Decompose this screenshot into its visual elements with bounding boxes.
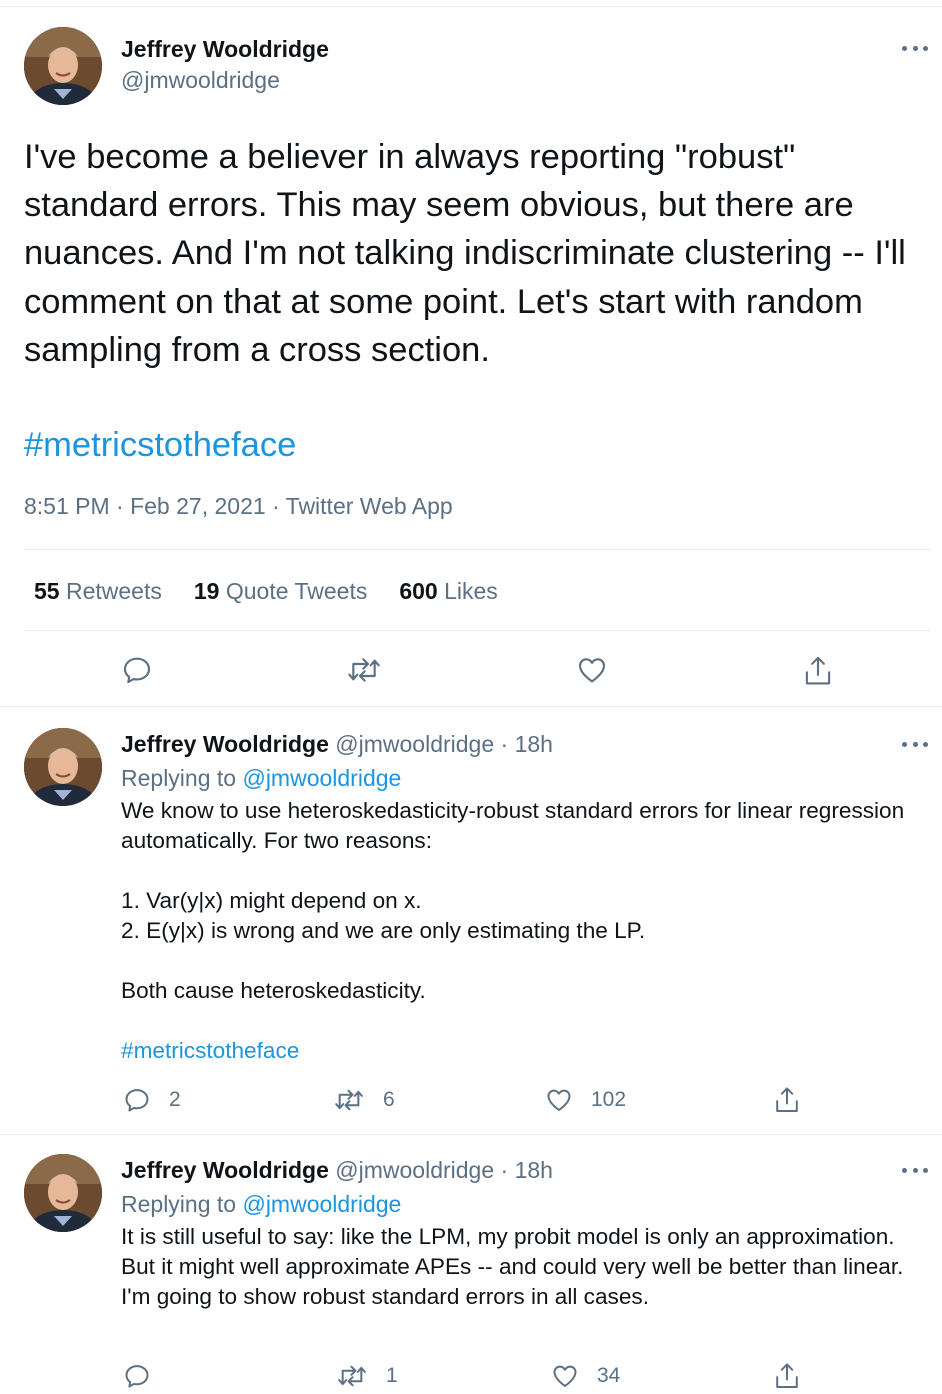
share-icon [776, 1363, 798, 1388]
author-handle[interactable]: @jmwooldridge [335, 1157, 494, 1183]
share-icon [805, 656, 831, 685]
top-divider [0, 6, 942, 7]
avatar-photo [24, 728, 102, 806]
text-line: It is still useful to say: like the LPM,… [121, 1224, 904, 1309]
replying-to: Replying to @jmwooldridge [121, 1191, 401, 1218]
retweets-stat[interactable]: 55 Retweets [34, 578, 162, 605]
reply-button[interactable]: 2 [123, 1086, 181, 1114]
tweet-time[interactable]: · 18h [501, 1157, 553, 1183]
reply-count: 2 [169, 1088, 181, 1111]
retweet-icon [348, 658, 380, 682]
quote-tweets-label: Quote Tweets [225, 578, 368, 604]
avatar[interactable] [24, 1154, 102, 1232]
divider [24, 549, 931, 550]
more-options-icon[interactable] [902, 1165, 928, 1175]
author-name[interactable]: Jeffrey Wooldridge [121, 1157, 329, 1183]
like-button[interactable]: 102 [545, 1086, 626, 1114]
text-line: We know to use heteroskedasticity-robust… [121, 798, 905, 853]
more-options-icon[interactable] [902, 43, 928, 53]
retweet-button[interactable]: 6 [333, 1086, 395, 1114]
replying-to-label: Replying to [121, 765, 237, 791]
retweet-count: 1 [386, 1364, 398, 1387]
like-icon [553, 1365, 577, 1387]
avatar[interactable] [24, 27, 102, 105]
likes-count: 600 [399, 578, 438, 604]
reply-text: We know to use heteroskedasticity-robust… [121, 796, 921, 1066]
text-line: 1. Var(y|x) might depend on x. [121, 888, 422, 913]
text-line: 2. E(y|x) is wrong and we are only estim… [121, 918, 646, 943]
avatar-photo [24, 27, 102, 105]
replying-to-handle[interactable]: @jmwooldridge [242, 1191, 401, 1217]
like-count: 34 [597, 1364, 621, 1387]
divider [0, 706, 942, 707]
divider [24, 630, 931, 631]
quote-tweets-stat[interactable]: 19 Quote Tweets [194, 578, 367, 605]
engagement-stats: 55 Retweets 19 Quote Tweets 600 Likes [34, 578, 530, 605]
divider [0, 1134, 942, 1135]
retweet-count: 6 [383, 1088, 395, 1111]
author-name[interactable]: Jeffrey Wooldridge [121, 36, 329, 63]
like-button[interactable] [576, 654, 608, 686]
author-handle[interactable]: @jmwooldridge [335, 731, 494, 757]
share-button[interactable] [802, 654, 834, 688]
avatar[interactable] [24, 728, 102, 806]
tweet-timestamp[interactable]: 8:51 PM · Feb 27, 2021 · Twitter Web App [24, 493, 453, 520]
replying-to: Replying to @jmwooldridge [121, 765, 401, 792]
like-button[interactable]: 34 [551, 1362, 620, 1390]
reply-header: Jeffrey Wooldridge @jmwooldridge · 18h [121, 1157, 553, 1184]
reply-button[interactable] [123, 1362, 169, 1390]
reply-icon [123, 657, 151, 684]
likes-stat[interactable]: 600 Likes [399, 578, 497, 605]
avatar-photo [24, 1154, 102, 1232]
tweet-text: I've become a believer in always reporti… [24, 138, 906, 369]
retweet-button[interactable]: 1 [336, 1362, 398, 1390]
reply-icon [125, 1365, 149, 1388]
like-count: 102 [591, 1088, 627, 1111]
reply-header: Jeffrey Wooldridge @jmwooldridge · 18h [121, 731, 553, 758]
retweets-label: Retweets [65, 578, 162, 604]
tweet-time[interactable]: · 18h [501, 731, 553, 757]
text-line [121, 946, 921, 976]
more-options-icon[interactable] [902, 739, 928, 749]
text-line: Both cause heteroskedasticity. [121, 978, 426, 1003]
reply-text: It is still useful to say: like the LPM,… [121, 1222, 911, 1312]
quote-tweets-count: 19 [193, 578, 220, 604]
hashtag-link[interactable]: #metricstotheface [24, 421, 296, 469]
text-line [121, 1006, 921, 1036]
share-icon [776, 1087, 798, 1112]
replying-to-handle[interactable]: @jmwooldridge [242, 765, 401, 791]
share-button[interactable] [773, 1085, 801, 1115]
share-button[interactable] [773, 1361, 801, 1391]
likes-label: Likes [444, 578, 498, 604]
author-handle[interactable]: @jmwooldridge [121, 67, 280, 94]
replying-to-label: Replying to [121, 1191, 237, 1217]
reply-icon [125, 1089, 149, 1112]
like-icon [578, 658, 606, 683]
retweet-icon [335, 1089, 363, 1111]
retweet-icon [338, 1365, 366, 1387]
author-name[interactable]: Jeffrey Wooldridge [121, 731, 329, 757]
like-icon [547, 1089, 571, 1111]
reply-button[interactable] [121, 654, 153, 686]
retweet-button[interactable] [346, 654, 382, 686]
hashtag-link[interactable]: #metricstotheface [121, 1036, 921, 1066]
retweets-count: 55 [34, 578, 60, 604]
text-line [121, 856, 921, 886]
